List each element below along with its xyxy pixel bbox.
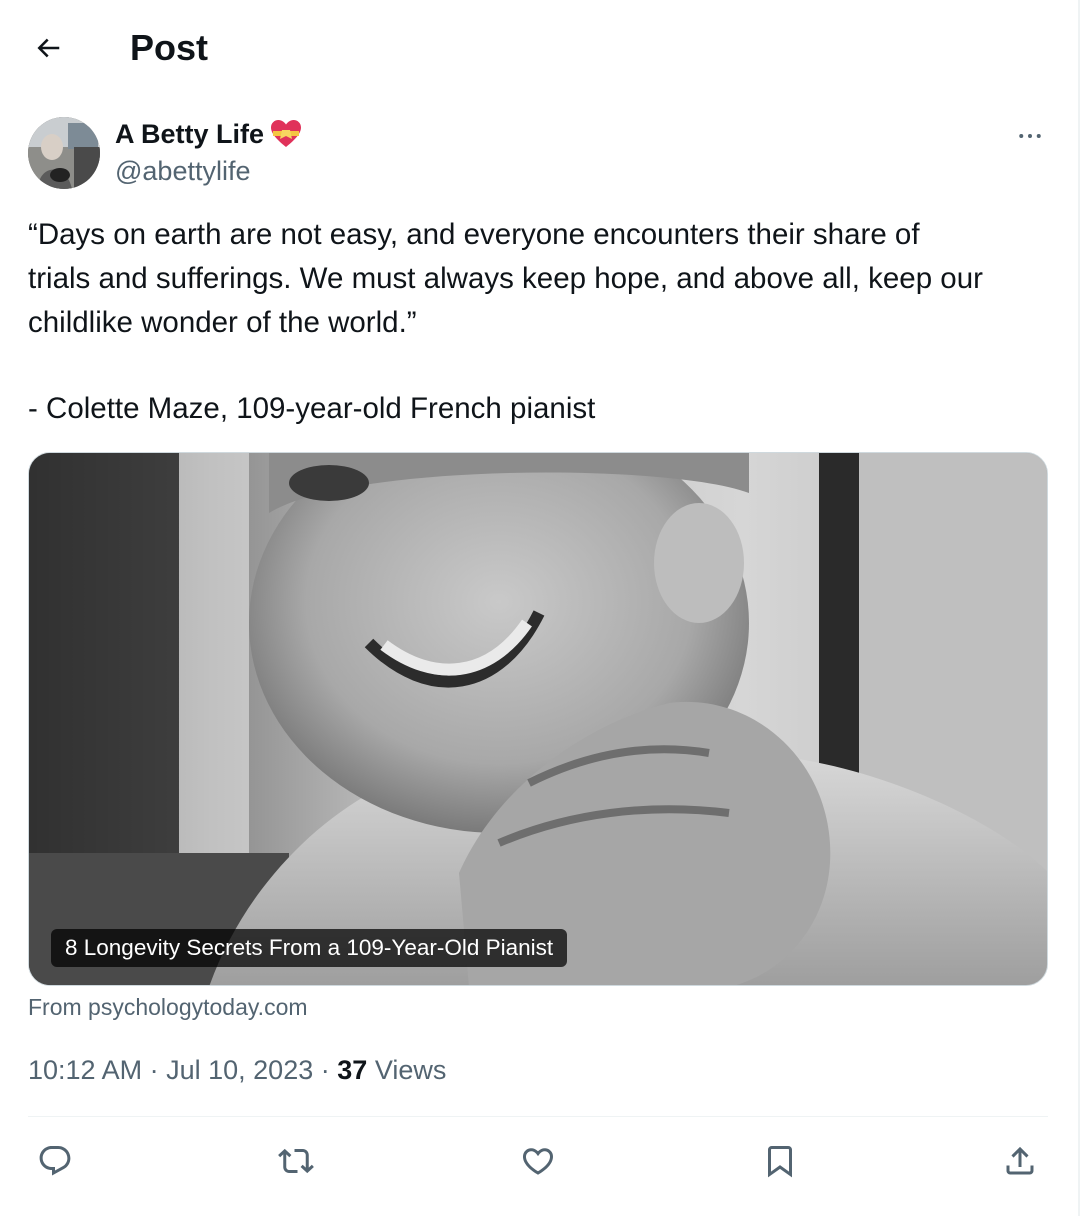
bookmark-icon <box>768 1146 792 1178</box>
card-image <box>29 453 1047 985</box>
card-caption: 8 Longevity Secrets From a 109-Year-Old … <box>51 929 568 967</box>
post-meta: 10:12 AM · Jul 10, 2023 · 37 Views <box>28 1052 446 1088</box>
author-name-text: A Betty Life <box>115 119 265 149</box>
views-count: 37 <box>337 1055 368 1085</box>
card-source[interactable]: From psychologytoday.com <box>28 992 308 1022</box>
meta-separator: · <box>320 1055 330 1085</box>
post-header: Post <box>0 0 1076 96</box>
share-icon <box>1006 1146 1034 1175</box>
divider <box>28 1116 1048 1117</box>
views-label: Views <box>374 1055 447 1085</box>
repost-icon <box>278 1148 314 1174</box>
more-horizontal-icon <box>1019 134 1041 138</box>
post-time[interactable]: 10:12 AM <box>28 1055 142 1085</box>
avatar[interactable] <box>28 117 100 189</box>
back-button[interactable] <box>24 24 72 72</box>
tweet-text: “Days on earth are not easy, and everyon… <box>28 213 1058 431</box>
share-button[interactable] <box>996 1137 1044 1185</box>
reply-icon <box>39 1146 71 1176</box>
more-options-button[interactable] <box>1006 112 1054 160</box>
avatar-photo <box>28 117 100 189</box>
heart-icon <box>522 1148 554 1175</box>
tweet-line: - Colette Maze, 109-year-old French pian… <box>28 392 596 425</box>
tweet-line: trials and sufferings. We must always ke… <box>28 262 983 295</box>
link-card[interactable]: 8 Longevity Secrets From a 109-Year-Old … <box>28 452 1048 986</box>
tweet-line: childlike wonder of the world.” <box>28 306 417 339</box>
tweet-line: “Days on earth are not easy, and everyon… <box>28 218 920 251</box>
page-title: Post <box>130 27 209 68</box>
post-date[interactable]: Jul 10, 2023 <box>166 1055 313 1085</box>
arrow-left-icon <box>37 38 60 58</box>
heart-with-ribbon-icon <box>271 120 302 147</box>
author-display-name[interactable]: A Betty Life <box>115 116 302 152</box>
like-button[interactable] <box>514 1137 562 1185</box>
reply-button[interactable] <box>31 1137 79 1185</box>
bookmark-button[interactable] <box>756 1137 804 1185</box>
meta-separator: · <box>149 1055 159 1085</box>
author-handle[interactable]: @abettylife <box>115 153 250 189</box>
repost-button[interactable] <box>272 1137 320 1185</box>
